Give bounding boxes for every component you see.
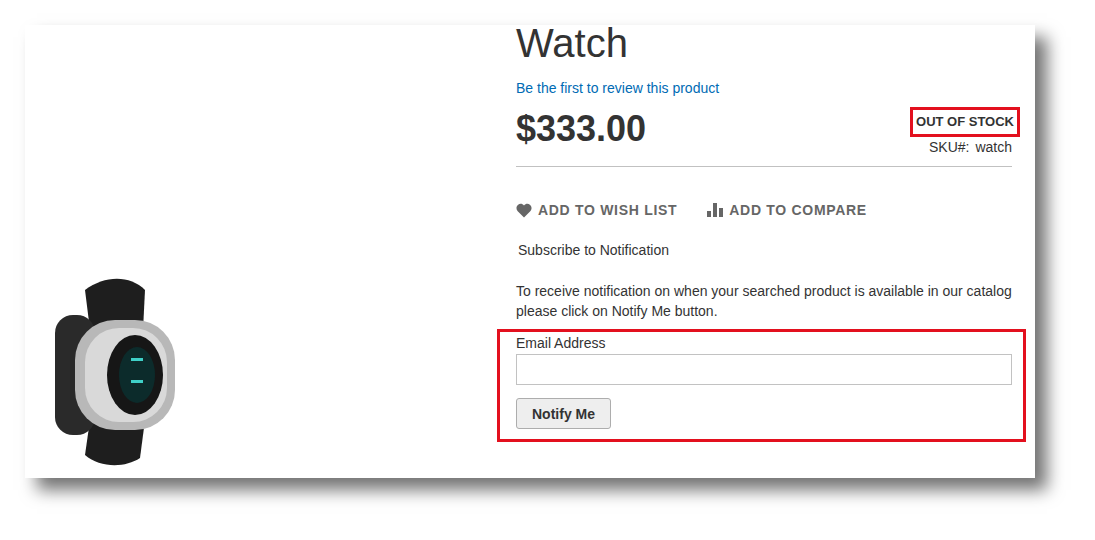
bar-chart-icon	[707, 203, 723, 217]
product-price: $333.00	[516, 107, 646, 151]
price-row: $333.00OUT OF STOCKSKU#:watch	[516, 107, 1012, 156]
product-info: WatchBe the first to review this product…	[516, 25, 1012, 478]
product-image	[45, 270, 195, 470]
divider	[516, 166, 1012, 167]
subscribe-description: To receive notification on when your sea…	[516, 281, 1012, 321]
compare-link[interactable]: ADD TO COMPARE	[707, 201, 867, 219]
heart-icon	[516, 203, 532, 218]
email-label: Email Address	[516, 334, 1012, 352]
subscribe-heading: Subscribe to Notification	[518, 241, 1012, 259]
email-input[interactable]	[516, 354, 1012, 385]
product-card: WatchBe the first to review this product…	[25, 25, 1035, 478]
stock-status: OUT OF STOCK	[910, 107, 1020, 137]
product-sku: SKU#:watch	[929, 138, 1012, 156]
notify-button[interactable]: Notify Me	[516, 398, 611, 429]
review-link[interactable]: Be the first to review this product	[516, 79, 1012, 97]
notify-form: Email Address Notify Me	[497, 329, 1026, 442]
stock-info: OUT OF STOCKSKU#:watch	[910, 107, 1020, 156]
page: Watch Be the first to review this product…	[0, 0, 1095, 540]
wishlist-link[interactable]: ADD TO WISH LIST	[516, 201, 677, 219]
product-title: Watch	[516, 21, 1012, 65]
product-gallery	[25, 25, 516, 478]
product-actions: ADD TO WISH LIST ADD TO COMPARE	[516, 201, 1012, 219]
